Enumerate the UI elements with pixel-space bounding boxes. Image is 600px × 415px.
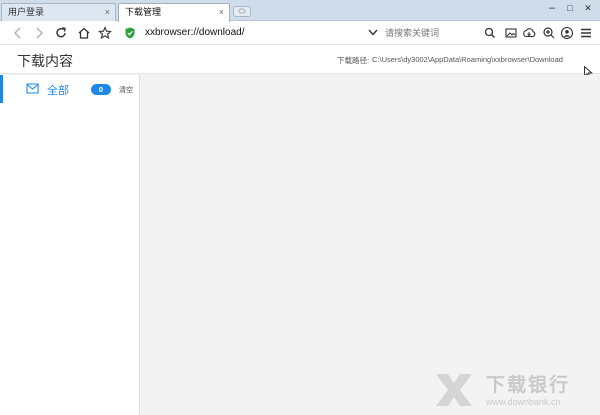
tab-download-manager[interactable]: 下载管理 × [118,3,230,22]
search-input[interactable] [381,24,481,42]
new-tab-icon [238,8,246,14]
downbank-logo-icon [436,374,472,406]
clear-button[interactable]: 清空 [119,85,133,95]
star-icon [98,26,112,40]
tab-label: 下载管理 [125,7,162,17]
new-tab-button[interactable] [233,6,251,17]
secure-shield-icon [125,27,135,39]
account-button[interactable] [559,25,575,41]
mail-icon [26,83,39,94]
home-icon [78,27,90,39]
back-button[interactable] [10,25,26,41]
menu-button[interactable] [578,25,594,41]
zoom-button[interactable] [541,25,557,41]
reload-button[interactable] [53,25,69,41]
download-path-link[interactable]: C:\Users\dy3002\AppData\Roaming\xxbrowse… [372,55,563,64]
minimize-button[interactable]: – [545,2,559,14]
browser-toolbar: xxbrowser://download/ [0,21,600,45]
arrow-right-icon [36,27,44,39]
watermark-title: 下载银行 [486,375,571,396]
close-window-button[interactable]: ✕ [581,3,595,14]
tab-label: 用户登录 [8,7,45,17]
sidebar-item-label: 全部 [47,85,69,97]
bookmark-button[interactable] [97,25,113,41]
count-badge: 0 [91,84,111,95]
page-title: 下载内容 [17,53,73,69]
download-manager-button[interactable] [521,25,537,41]
hamburger-menu-icon [581,28,591,38]
forward-button[interactable] [31,25,47,41]
download-sidebar: 全部 0 清空 [0,75,140,415]
arrow-left-icon [13,27,21,39]
reload-icon [56,27,66,38]
search-button[interactable] [482,25,498,41]
home-button[interactable] [76,25,92,41]
maximize-button[interactable]: □ [563,3,577,13]
search-icon [484,27,495,38]
download-path-label: 下载路径: [337,56,370,65]
active-indicator [0,75,3,103]
tab-close-icon[interactable]: × [219,4,224,21]
zoom-in-icon [543,27,555,39]
download-page-header: 下载内容 下载路径: C:\Users\dy3002\AppData\Roami… [0,45,600,74]
tab-close-icon[interactable]: × [105,4,110,21]
chevron-down-icon[interactable] [367,26,379,38]
tab-strip: 用户登录 × 下载管理 × – □ ✕ [0,0,600,22]
screenshot-button[interactable] [503,25,519,41]
image-icon [505,28,517,38]
download-list-area [141,75,600,415]
tab-user-login[interactable]: 用户登录 × [1,3,116,22]
watermark-url: www.downbank.cn [486,397,561,407]
user-icon [560,26,574,40]
address-bar[interactable]: xxbrowser://download/ [145,25,245,41]
cloud-download-icon [523,28,536,38]
